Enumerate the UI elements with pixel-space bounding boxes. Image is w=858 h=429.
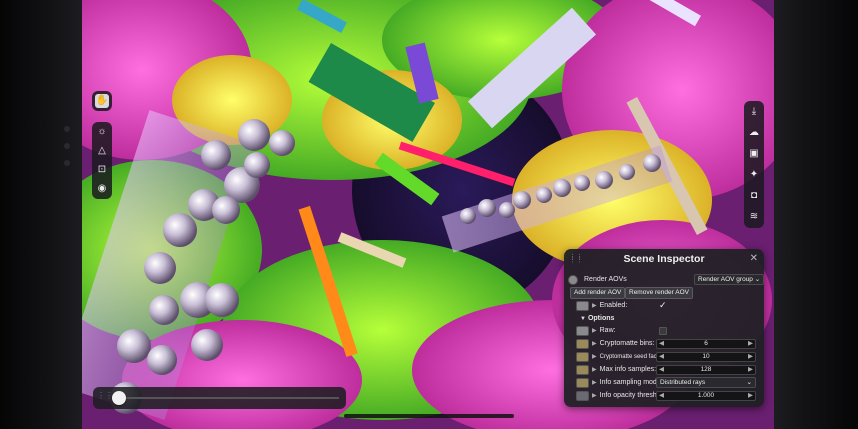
expand-arrow-icon[interactable]: ▶: [592, 327, 597, 334]
camera-dot: [64, 126, 70, 132]
expand-arrow-icon[interactable]: ▶: [592, 392, 597, 399]
left-bezel: [0, 0, 82, 429]
field-value: 10: [702, 353, 710, 360]
expand-arrow-icon[interactable]: ▶: [592, 302, 597, 309]
camera-icon[interactable]: ◘: [747, 189, 761, 203]
increment-icon[interactable]: ▶: [748, 353, 753, 361]
expand-arrow-icon[interactable]: ▶: [592, 340, 597, 347]
enabled-label: Enabled:: [599, 302, 628, 309]
dropdown-value: Distributed rays: [660, 379, 706, 386]
field-label: Max info samples:: [599, 366, 657, 373]
setting-icon: [576, 364, 589, 375]
inspector-title: Scene Inspector: [623, 253, 705, 265]
home-indicator[interactable]: [344, 414, 514, 418]
field-value: 1.000: [697, 392, 715, 399]
slider-knob[interactable]: [112, 391, 126, 405]
cryptomatte-seed-stepper[interactable]: ◀ 10 ▶: [656, 352, 756, 362]
raw-checkbox[interactable]: [659, 326, 667, 335]
collapse-arrow-icon: ▼: [580, 315, 586, 322]
enabled-row: ▶ Enabled: ✓: [564, 300, 764, 311]
sensor-dot: [64, 143, 70, 149]
info-opacity-threshold-stepper[interactable]: ◀ 1.000 ▶: [656, 391, 756, 401]
raw-label: Raw:: [599, 327, 616, 334]
expand-arrow-icon[interactable]: ▶: [592, 366, 597, 373]
sensor-dot: [64, 160, 70, 166]
field-value: 6: [704, 340, 708, 347]
sparkle-icon[interactable]: ✦: [747, 168, 761, 182]
chevron-down-icon: ⌄: [754, 276, 761, 283]
image-icon[interactable]: ▣: [747, 147, 761, 161]
setting-icon: [576, 377, 589, 388]
max-info-samples-stepper[interactable]: ◀ 128 ▶: [656, 365, 756, 375]
setting-icon: [576, 325, 589, 336]
right-toolbar: ⤓ ☁ ▣ ✦ ◘ ≋: [744, 101, 764, 228]
weather-icon[interactable]: ☁: [747, 126, 761, 140]
sun-icon[interactable]: ☼: [95, 125, 109, 139]
increment-icon[interactable]: ▶: [748, 340, 753, 348]
expand-arrow-icon[interactable]: ▶: [592, 353, 597, 360]
cryptomatte-bins-stepper[interactable]: ◀ 6 ▶: [656, 339, 756, 349]
tablet-device: ✋ ☼ △ ⊡ ◉ ⤓ ☁ ▣ ✦ ◘ ≋ ⋮⋮ ⋮⋮ ⋮⋮ Scene Insp…: [0, 0, 858, 429]
setting-icon: [576, 338, 589, 349]
eye-icon[interactable]: ◉: [95, 182, 109, 196]
tool-select-toolbar: ✋: [92, 91, 112, 111]
increment-icon[interactable]: ▶: [748, 392, 753, 400]
expand-arrow-icon[interactable]: ▶: [592, 379, 597, 386]
timeline-slider[interactable]: ⋮⋮: [93, 387, 346, 409]
remove-render-aov-button[interactable]: Remove render AOV: [625, 287, 693, 299]
field-label: Info sampling mode:: [599, 379, 663, 386]
setting-icon: [576, 300, 589, 311]
render-aovs-label: Render AOVs: [584, 276, 627, 283]
slider-track[interactable]: [119, 397, 339, 399]
info-sampling-mode-dropdown[interactable]: Distributed rays ⌄: [656, 377, 756, 388]
chevron-down-icon: ⌄: [746, 379, 752, 386]
aov-icon: [568, 274, 578, 285]
field-value: 128: [700, 366, 712, 373]
field-label: Cryptomatte bins:: [599, 340, 655, 347]
download-icon[interactable]: ⤓: [747, 105, 761, 119]
target-icon[interactable]: ⊡: [95, 163, 109, 177]
increment-icon[interactable]: ▶: [748, 366, 753, 374]
triangle-icon[interactable]: △: [95, 144, 109, 158]
raw-row: ▶ Raw:: [564, 325, 764, 336]
scene-inspector-panel: ⋮⋮ ⋮⋮ Scene Inspector ✕ Render AOVs Rende…: [564, 249, 765, 407]
options-header[interactable]: ▼ Options: [564, 313, 764, 324]
close-icon[interactable]: ✕: [750, 253, 758, 264]
hand-icon[interactable]: ✋: [95, 94, 109, 108]
render-aov-group-dropdown[interactable]: Render AOV group ⌄: [694, 274, 765, 285]
right-bezel: [774, 0, 858, 429]
drag-grip-icon[interactable]: ⋮⋮: [97, 392, 113, 403]
layers-icon[interactable]: ≋: [747, 210, 761, 224]
viewport[interactable]: ✋ ☼ △ ⊡ ◉ ⤓ ☁ ▣ ✦ ◘ ≋ ⋮⋮ ⋮⋮ ⋮⋮ Scene Insp…: [82, 0, 774, 429]
add-render-aov-button[interactable]: Add render AOV: [570, 287, 626, 299]
dropdown-value: Render AOV group: [698, 276, 753, 283]
options-label: Options: [587, 315, 615, 322]
tool-palette-toolbar: ☼ △ ⊡ ◉: [92, 122, 112, 199]
setting-icon: [576, 351, 589, 362]
setting-icon: [576, 390, 589, 401]
enabled-checkbox[interactable]: ✓: [659, 300, 667, 311]
